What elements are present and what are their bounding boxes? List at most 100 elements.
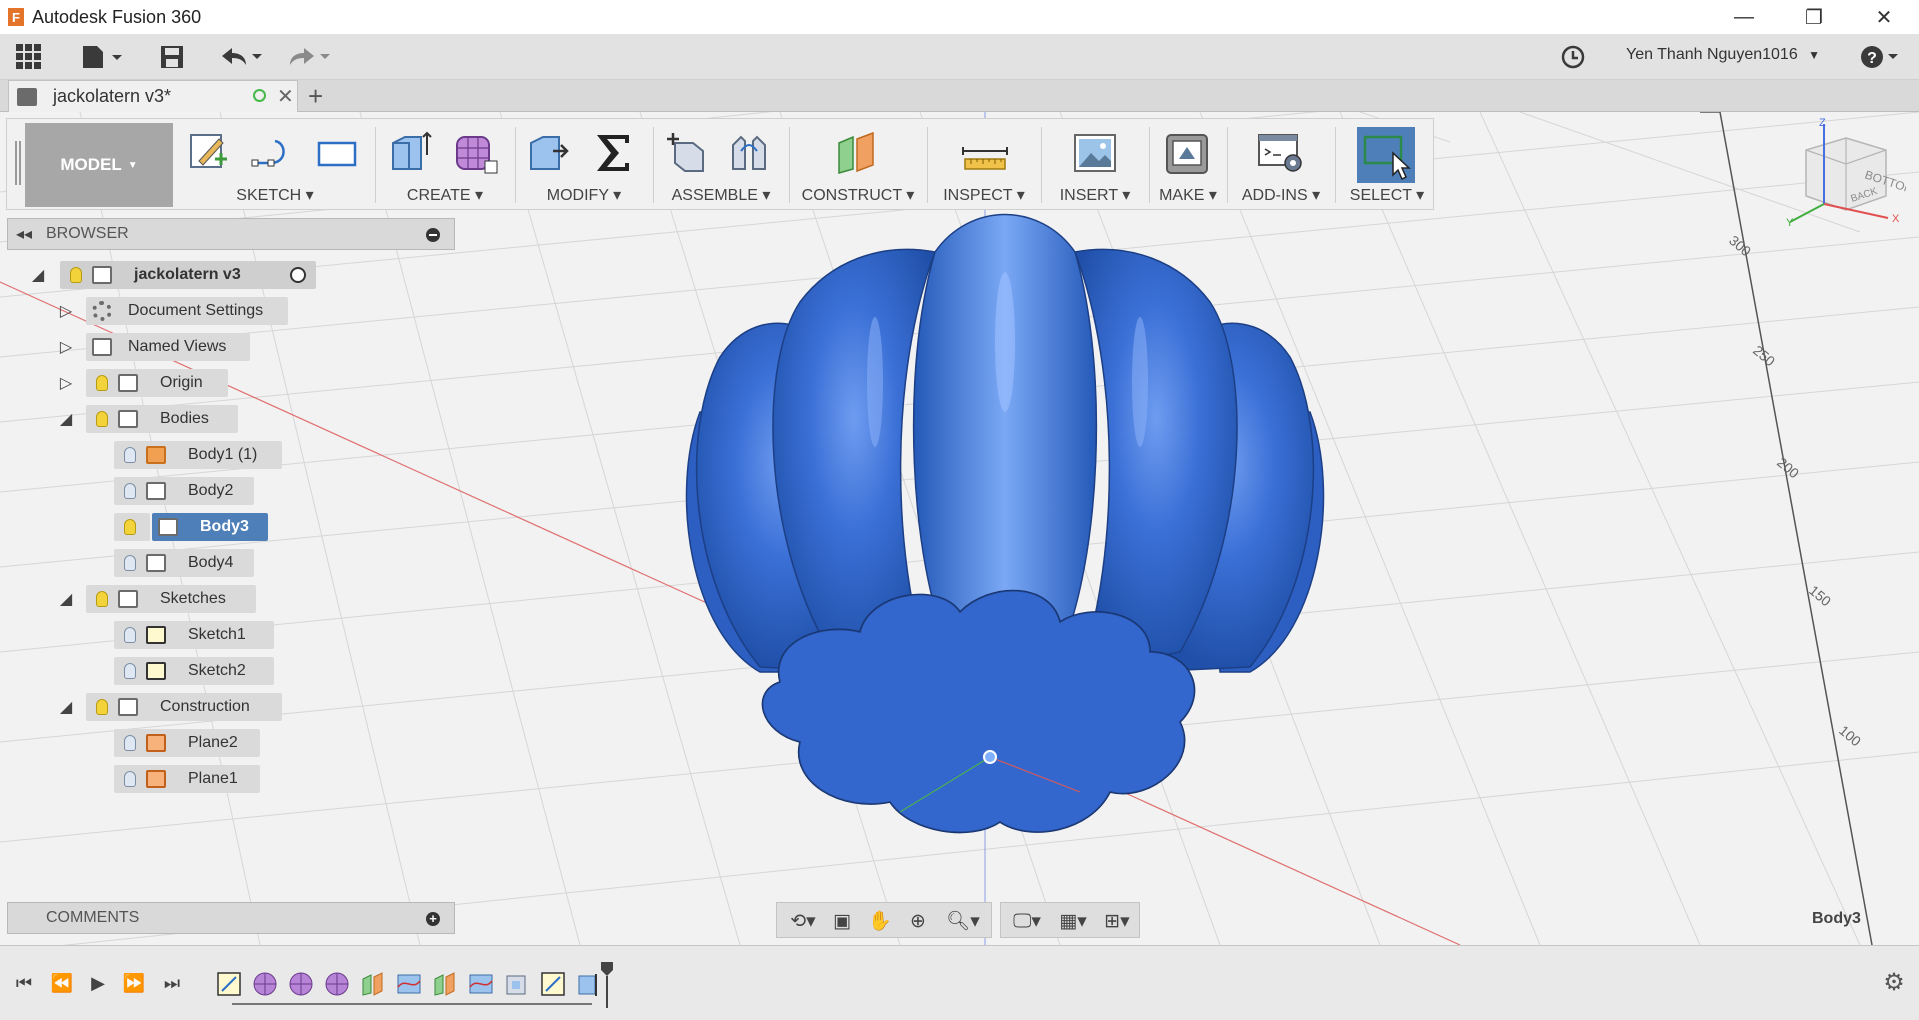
construct-menu[interactable]: CONSTRUCT ▾ [793,185,923,205]
pumpkin-body[interactable] [685,213,1325,834]
collapse-toggle-icon[interactable]: ◢ [58,697,74,717]
minimize-button[interactable]: — [1709,0,1779,34]
form-button[interactable] [451,129,499,177]
expand-toggle-icon[interactable]: ▷ [58,337,74,357]
apps-grid-button[interactable] [14,43,44,71]
tree-item-pill[interactable]: Sketch1 [114,621,274,649]
new-tab-button[interactable]: + [308,81,323,112]
grid-settings-button[interactable]: ▦▾ [1053,909,1093,933]
3d-print-button[interactable] [1163,129,1211,177]
timeline-feature-plane[interactable] [360,971,386,997]
scripts-and-add-ins-button[interactable] [1257,129,1305,177]
insert-image-button[interactable] [1071,129,1119,177]
visibility-bulb-icon[interactable] [96,699,108,715]
visibility-bulb-icon[interactable] [124,447,136,463]
tree-item-pill[interactable]: Sketches [86,585,256,613]
timeline-feature-loft[interactable] [468,971,494,997]
visibility-bulb-icon[interactable] [124,483,136,499]
orbit-button[interactable]: ⟲▾ [783,909,823,933]
tree-item-pill[interactable]: Document Settings [86,297,288,325]
tree-item-sketches[interactable]: ◢ Sketches [58,585,256,613]
tree-item-bulb-pill[interactable] [114,513,150,541]
timeline-feature-loft[interactable] [396,971,422,997]
insert-menu[interactable]: INSERT ▾ [1045,185,1145,205]
file-menu-button[interactable] [80,43,126,71]
visibility-bulb-icon[interactable] [96,375,108,391]
step-back-button[interactable]: ⏪ [48,969,76,997]
visibility-bulb-icon[interactable] [70,267,82,283]
tree-root[interactable]: ◢ jackolatern v3 [30,261,316,289]
save-button[interactable] [158,43,186,71]
activate-component-icon[interactable] [290,267,306,283]
timeline-feature-form[interactable] [288,971,314,997]
redo-button[interactable] [284,43,332,71]
zoom-window-button[interactable]: 🔍︎▾ [943,909,983,933]
modify-menu[interactable]: MODIFY ▾ [519,185,649,205]
visibility-bulb-icon[interactable] [124,771,136,787]
tree-item-pill[interactable]: Origin [86,369,228,397]
timeline-marker[interactable] [600,962,614,1008]
document-tab[interactable]: jackolatern v3* ✕ [8,80,298,112]
make-menu[interactable]: MAKE ▾ [1153,185,1223,205]
add-comment-button[interactable]: + [426,912,440,926]
tree-root-pill[interactable]: jackolatern v3 [60,261,316,289]
look-at-button[interactable]: ▣ [829,909,855,933]
workspace-switcher[interactable]: MODEL ▼ [25,123,173,207]
origin-point[interactable] [983,750,997,764]
go-to-end-button[interactable]: ⏭ [158,969,186,997]
pan-button[interactable]: ✋ [867,909,893,933]
expand-toggle-icon[interactable]: ▷ [58,301,74,321]
timeline-feature-plane[interactable] [432,971,458,997]
joint-button[interactable] [725,129,773,177]
ribbon-grip-handle[interactable] [15,141,21,185]
go-to-start-button[interactable]: ⏮ [10,969,38,997]
tree-item-bodies[interactable]: ◢ Bodies [58,405,238,433]
play-button[interactable]: ▶ [84,969,112,997]
visibility-bulb-icon[interactable] [124,519,136,535]
collapse-toggle-icon[interactable]: ◢ [30,265,46,285]
rectangle-button[interactable] [313,129,361,177]
timeline-feature-sketch[interactable] [540,971,566,997]
job-status-button[interactable] [1558,43,1588,71]
minimize-browser-button[interactable] [426,228,440,242]
tree-item-document-settings[interactable]: ▷ Document Settings [58,297,288,325]
new-component-button[interactable] [663,129,711,177]
tree-item-pill[interactable]: Plane2 [114,729,260,757]
offset-plane-button[interactable] [833,129,881,177]
visibility-bulb-icon[interactable] [96,591,108,607]
parameters-button[interactable] [589,129,637,177]
timeline-settings-button[interactable]: ⚙ [1880,968,1908,996]
zoom-button[interactable]: ⊕ [905,909,931,933]
extrude-button[interactable] [387,129,435,177]
tree-item-pill[interactable]: Body2 [114,477,254,505]
assemble-menu[interactable]: ASSEMBLE ▾ [657,185,785,205]
tree-item-pill-selected[interactable]: Body3 [152,513,268,541]
close-window-button[interactable]: ✕ [1849,0,1919,34]
sketch-menu[interactable]: SKETCH ▾ [177,185,373,205]
inspect-menu[interactable]: INSPECT ▾ [931,185,1037,205]
collapse-browser-button[interactable]: ◂◂ [16,224,32,244]
user-account-menu[interactable]: Yen Thanh Nguyen1016 ▼ [1626,46,1820,64]
visibility-bulb-icon[interactable] [96,411,108,427]
restore-button[interactable]: ❐ [1779,0,1849,34]
tree-item-pill[interactable]: Named Views [86,333,250,361]
tree-item-pill[interactable]: Plane1 [114,765,260,793]
visibility-bulb-icon[interactable] [124,627,136,643]
tree-item-pill[interactable]: Bodies [86,405,238,433]
timeline-feature-split[interactable] [576,971,602,997]
display-settings-button[interactable]: 🖵▾ [1007,909,1047,933]
visibility-bulb-icon[interactable] [124,555,136,571]
select-button[interactable] [1357,127,1415,183]
tree-item-pill[interactable]: Construction [86,693,282,721]
collapse-toggle-icon[interactable]: ◢ [58,589,74,609]
timeline-feature-form[interactable] [324,971,350,997]
help-button[interactable]: ? [1860,43,1902,71]
tree-item-construction[interactable]: ◢ Construction [58,693,282,721]
tree-item-pill[interactable]: Body1 (1) [114,441,282,469]
create-menu[interactable]: CREATE ▾ [379,185,511,205]
collapse-toggle-icon[interactable]: ◢ [58,409,74,429]
line-button[interactable] [249,129,297,177]
tree-item-pill[interactable]: Sketch2 [114,657,274,685]
measure-button[interactable] [961,129,1009,177]
visibility-bulb-icon[interactable] [124,663,136,679]
